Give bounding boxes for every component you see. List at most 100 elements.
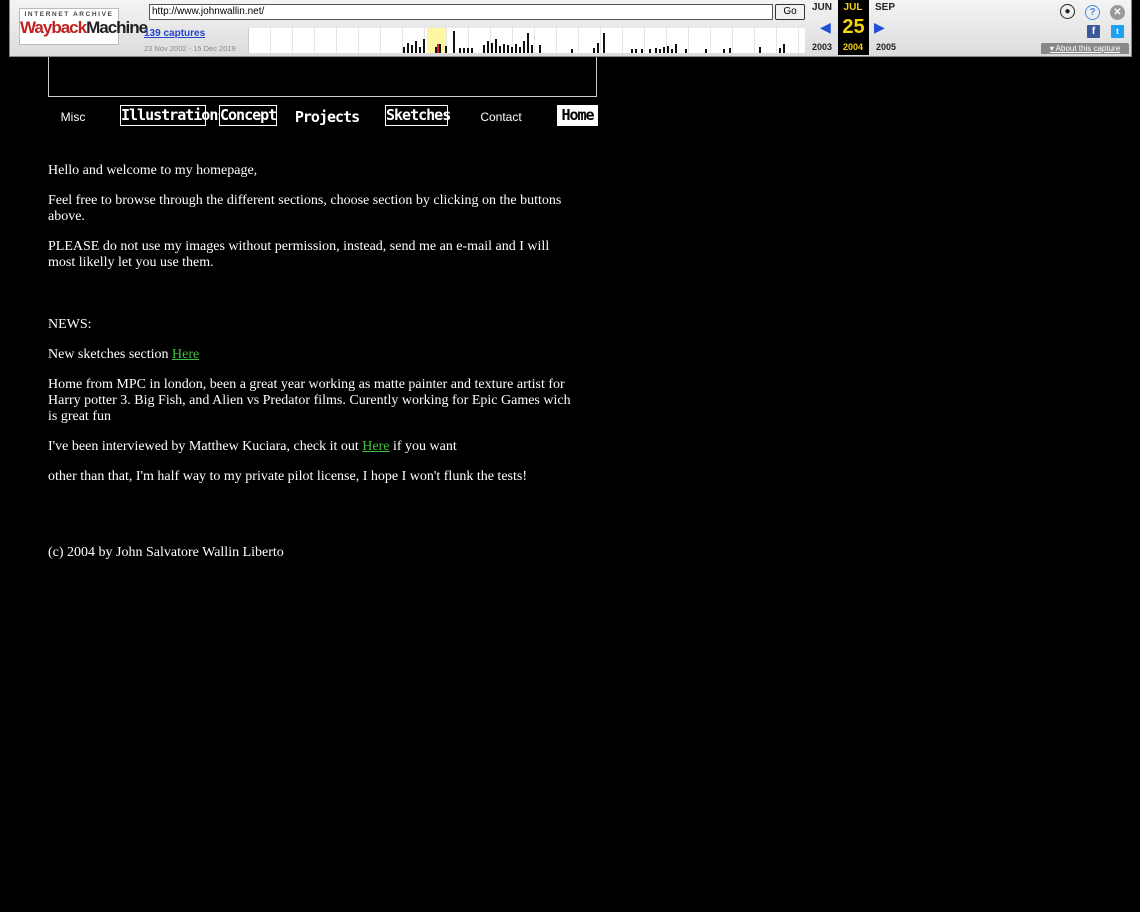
prev-month-label[interactable]: JUN xyxy=(807,2,837,13)
sparkline-bar xyxy=(635,49,637,53)
twitter-icon[interactable]: t xyxy=(1111,25,1124,38)
sparkline-bar xyxy=(779,48,781,53)
sparkline-month-cell[interactable] xyxy=(293,28,315,53)
news-item-sketches: New sketches section Here xyxy=(48,347,578,363)
sparkline-bar xyxy=(403,47,405,53)
current-day: 25 xyxy=(842,16,865,38)
interview-here-link[interactable]: Here xyxy=(362,439,389,454)
sparkline-bar xyxy=(631,49,633,53)
capture-range: 23 Nov 2002 - 15 Dec 2019 xyxy=(144,44,236,53)
current-year-label: 2004 xyxy=(842,42,864,52)
sparkline-bar xyxy=(495,39,497,53)
sparkline-bar xyxy=(507,45,509,53)
browse-text: Feel free to browse through the differen… xyxy=(48,193,562,224)
main-content: Hello and welcome to my homepage, Feel f… xyxy=(48,163,578,575)
sparkline-bar xyxy=(411,45,413,53)
logo-word-a: Wayback xyxy=(20,18,87,37)
captures-link[interactable]: 139 captures xyxy=(144,28,205,39)
sparkline-bar xyxy=(463,48,465,53)
next-year-label[interactable]: 2005 xyxy=(871,42,901,52)
sparkline-bar xyxy=(483,45,485,53)
sparkline-bar xyxy=(685,49,687,53)
sparkline-month-cell[interactable] xyxy=(733,28,755,53)
facebook-icon[interactable]: f xyxy=(1087,25,1100,38)
logo-wordmark: WaybackMachine xyxy=(20,18,148,38)
sparkline-bar xyxy=(527,33,529,53)
prev-arrow-icon[interactable]: ◀ xyxy=(820,19,831,36)
news-heading: NEWS: xyxy=(48,317,92,332)
sparkline-bar xyxy=(515,44,517,53)
sketches-here-link[interactable]: Here xyxy=(172,347,199,362)
news-item-mpc: Home from MPC in london, been a great ye… xyxy=(48,377,571,424)
sparkline-bar xyxy=(459,48,461,53)
user-icon[interactable]: ● xyxy=(1060,4,1075,19)
sparkline-month-cell[interactable] xyxy=(447,28,469,53)
nav-home[interactable]: Home xyxy=(557,105,598,126)
sparkline-bar xyxy=(511,47,513,53)
go-button[interactable]: Go xyxy=(775,4,805,20)
news-item-pilot: other than that, I'm half way to my priv… xyxy=(48,469,527,484)
sparkline-month-cell[interactable] xyxy=(337,28,359,53)
sparkline-bar xyxy=(783,44,785,53)
sparkline-bar xyxy=(519,47,521,53)
nav-contact[interactable]: Contact xyxy=(472,106,530,128)
capture-sparkline[interactable] xyxy=(248,28,805,53)
sparkline-bar xyxy=(675,44,677,53)
sparkline-bar xyxy=(539,45,541,53)
sparkline-bar xyxy=(503,44,505,53)
current-capture-marker xyxy=(437,44,439,53)
news-item-interview-tail: if you want xyxy=(389,439,457,454)
sparkline-bar xyxy=(423,39,425,53)
wayback-toolbar: INTERNET ARCHIVE WaybackMachine http://w… xyxy=(9,0,1132,57)
sparkline-bar xyxy=(729,48,731,53)
news-item-sketches-text: New sketches section xyxy=(48,347,173,362)
nav-illustrations[interactable]: Illustrations xyxy=(120,105,226,126)
wayback-logo[interactable]: INTERNET ARCHIVE WaybackMachine xyxy=(19,8,148,45)
nav-projects[interactable]: Projects xyxy=(292,106,362,128)
url-input[interactable]: http://www.johnwallin.net/ xyxy=(149,4,773,20)
sparkline-bar xyxy=(487,41,489,53)
current-month-label: JUL xyxy=(843,2,863,13)
sparkline-bar xyxy=(471,48,473,53)
sparkline-month-cell[interactable] xyxy=(315,28,337,53)
next-month-label[interactable]: SEP xyxy=(870,2,900,13)
sparkline-month-cell[interactable] xyxy=(359,28,381,53)
prev-year-label[interactable]: 2003 xyxy=(807,42,837,52)
nav-concept[interactable]: Concept xyxy=(219,105,277,126)
sparkline-bar xyxy=(419,47,421,53)
logo-word-b: Machine xyxy=(86,18,148,37)
about-capture-button[interactable]: ▾ About this capture xyxy=(1041,43,1129,54)
sparkline-bar xyxy=(491,43,493,53)
nav-sketches[interactable]: Sketches xyxy=(385,105,451,126)
sparkline-bar xyxy=(663,47,665,53)
sparkline-month-cell[interactable] xyxy=(381,28,403,53)
logo-caption: INTERNET ARCHIVE xyxy=(24,11,114,18)
sparkline-bar xyxy=(667,46,669,53)
sparkline-bar xyxy=(723,49,725,53)
nav-misc[interactable]: Misc xyxy=(52,106,94,128)
sparkline-month-cell[interactable] xyxy=(557,28,579,53)
header-banner-frame xyxy=(48,57,597,97)
news-item-interview: I've been interviewed by Matthew Kuciara… xyxy=(48,439,578,455)
news-item-interview-text: I've been interviewed by Matthew Kuciara… xyxy=(48,439,363,454)
close-icon[interactable]: ✕ xyxy=(1110,5,1125,20)
sparkline-bar xyxy=(659,49,661,53)
about-capture-label: About this capture xyxy=(1055,44,1121,53)
help-icon[interactable]: ? xyxy=(1085,5,1100,20)
sparkline-bar xyxy=(597,43,599,53)
sparkline-month-cell[interactable] xyxy=(689,28,711,53)
sparkline-bar xyxy=(649,49,651,53)
sparkline-bar xyxy=(523,41,525,53)
sparkline-bar xyxy=(705,49,707,53)
sparkline-bar xyxy=(453,31,455,53)
sparkline-bar xyxy=(571,49,573,53)
sparkline-bar xyxy=(407,43,409,53)
next-arrow-icon[interactable]: ▶ xyxy=(874,19,885,36)
sparkline-month-cell[interactable] xyxy=(249,28,271,53)
sparkline-month-cell[interactable] xyxy=(271,28,293,53)
sparkline-bar xyxy=(603,33,605,53)
sparkline-bar xyxy=(759,47,761,53)
sparkline-bar xyxy=(499,46,501,53)
permission-text: PLEASE do not use my images without perm… xyxy=(48,239,550,270)
sparkline-bar xyxy=(655,48,657,53)
